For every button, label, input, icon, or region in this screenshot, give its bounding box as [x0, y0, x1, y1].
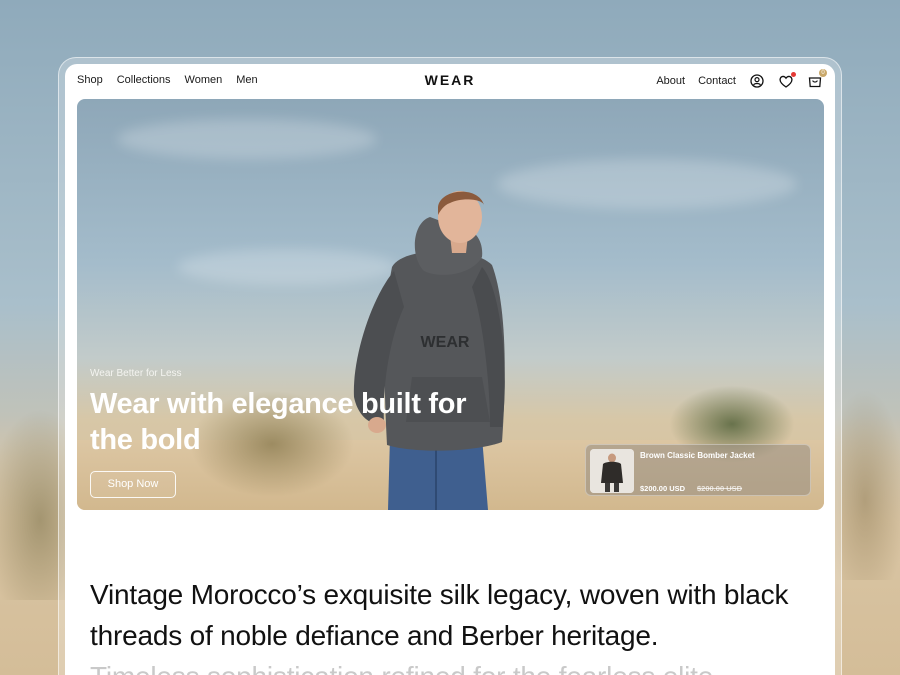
website-window: Shop Collections Women Men WEAR About Co… [65, 64, 835, 675]
top-navigation: Shop Collections Women Men WEAR About Co… [65, 64, 835, 98]
product-name: Brown Classic Bomber Jacket [640, 451, 755, 460]
nav-right-links: About Contact 0 [656, 69, 827, 89]
brand-statement: Vintage Morocco’s exquisite silk legacy,… [90, 579, 789, 651]
hero-banner: WEAR Wear Better for Less Wear with eleg… [77, 99, 824, 510]
cart-icon[interactable]: 0 [807, 69, 827, 89]
user-icon[interactable] [749, 73, 765, 89]
cart-count-badge: 0 [819, 69, 827, 77]
model-image: WEAR [353, 191, 505, 510]
nav-link-about[interactable]: About [656, 75, 685, 87]
product-price: $200.00 USD [640, 484, 686, 493]
featured-product-card[interactable]: Brown Classic Bomber Jacket $200.00 USD … [585, 444, 811, 496]
shop-now-button[interactable]: Shop Now [90, 471, 176, 498]
hero-title: Wear with elegance built for the bold [90, 388, 467, 456]
hoodie-print: WEAR [421, 334, 470, 351]
heart-icon[interactable] [778, 72, 796, 89]
brand-statement-continued: Timeless sophistication refined for the … [90, 656, 810, 675]
nav-link-contact[interactable]: Contact [698, 75, 736, 87]
cloud [497, 159, 797, 209]
cloud [117, 119, 377, 159]
product-compare-price: $200.00 USD [697, 484, 743, 493]
product-thumbnail [590, 449, 634, 493]
hero-kicker: Wear Better for Less [90, 368, 182, 379]
wishlist-notification-dot [791, 72, 796, 77]
